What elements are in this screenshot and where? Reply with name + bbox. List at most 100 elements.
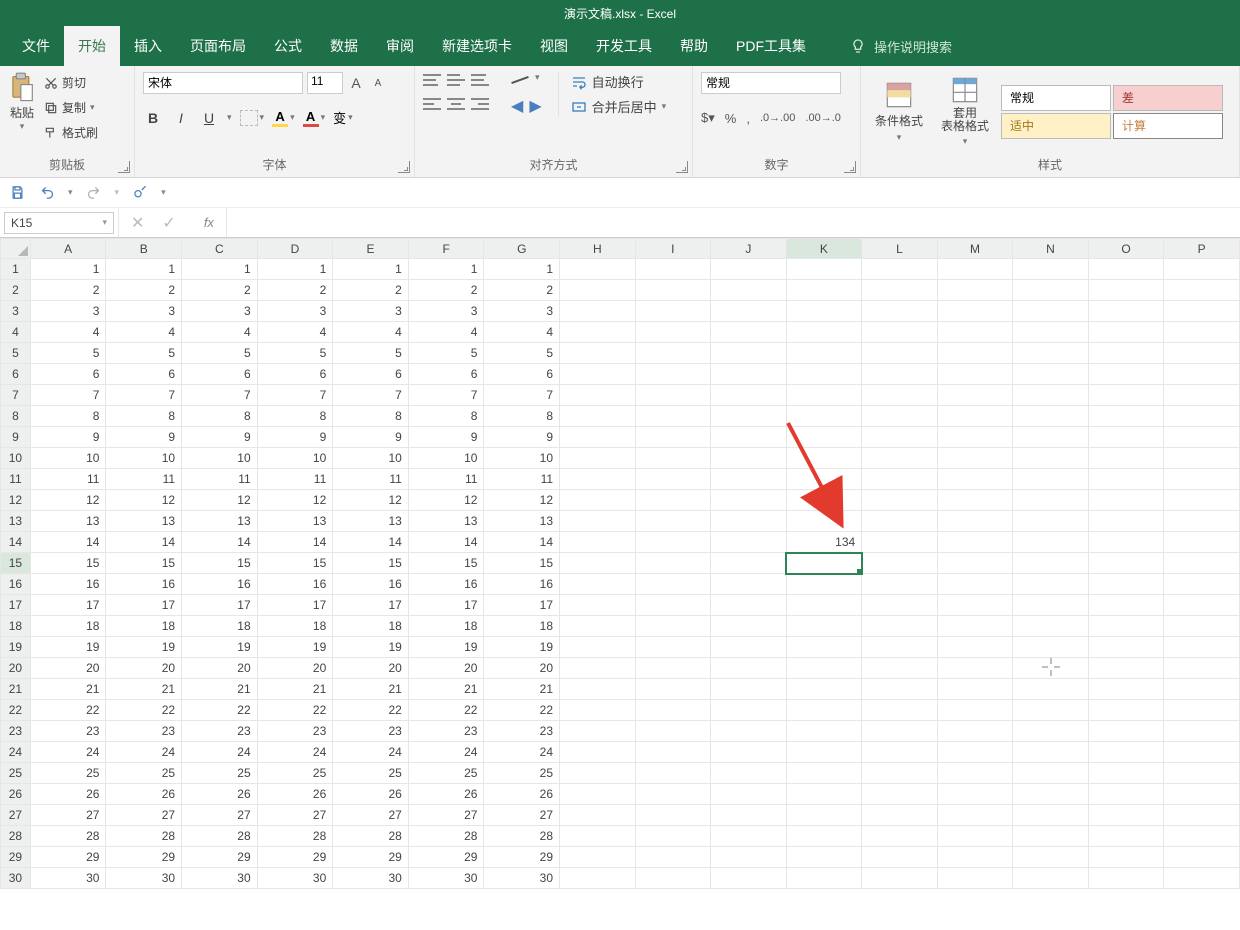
cell-H23[interactable] <box>560 721 636 742</box>
cell-E15[interactable]: 15 <box>333 553 409 574</box>
cell-E13[interactable]: 13 <box>333 511 409 532</box>
cell-O29[interactable] <box>1088 847 1164 868</box>
cell-P24[interactable] <box>1164 742 1240 763</box>
cell-A24[interactable]: 24 <box>30 742 106 763</box>
cell-D18[interactable]: 18 <box>257 616 333 637</box>
cell-E29[interactable]: 29 <box>333 847 409 868</box>
cell-P29[interactable] <box>1164 847 1240 868</box>
menu-tab-3[interactable]: 页面布局 <box>176 26 260 66</box>
cell-G20[interactable]: 20 <box>484 658 560 679</box>
cell-J8[interactable] <box>711 406 787 427</box>
cell-M14[interactable] <box>937 532 1013 553</box>
cell-style-calc[interactable]: 计算 <box>1113 113 1223 139</box>
cell-K11[interactable] <box>786 469 862 490</box>
row-header-25[interactable]: 25 <box>1 763 31 784</box>
select-all-corner[interactable] <box>1 239 31 259</box>
cell-J1[interactable] <box>711 259 787 280</box>
cell-G26[interactable]: 26 <box>484 784 560 805</box>
cell-J9[interactable] <box>711 427 787 448</box>
cell-J3[interactable] <box>711 301 787 322</box>
cell-A21[interactable]: 21 <box>30 679 106 700</box>
increase-font-button[interactable]: A <box>347 72 365 94</box>
row-header-21[interactable]: 21 <box>1 679 31 700</box>
cell-O11[interactable] <box>1088 469 1164 490</box>
cell-J28[interactable] <box>711 826 787 847</box>
cell-K19[interactable] <box>786 637 862 658</box>
cell-K15[interactable] <box>786 553 862 574</box>
cell-A23[interactable]: 23 <box>30 721 106 742</box>
row-header-4[interactable]: 4 <box>1 322 31 343</box>
row-header-11[interactable]: 11 <box>1 469 31 490</box>
cell-F20[interactable]: 20 <box>408 658 484 679</box>
cell-I9[interactable] <box>635 427 711 448</box>
cell-A6[interactable]: 6 <box>30 364 106 385</box>
cell-J20[interactable] <box>711 658 787 679</box>
cell-I30[interactable] <box>635 868 711 889</box>
percent-button[interactable]: % <box>725 111 737 126</box>
cell-E17[interactable]: 17 <box>333 595 409 616</box>
cell-H14[interactable] <box>560 532 636 553</box>
cell-A14[interactable]: 14 <box>30 532 106 553</box>
cell-D3[interactable]: 3 <box>257 301 333 322</box>
cell-A20[interactable]: 20 <box>30 658 106 679</box>
cell-A13[interactable]: 13 <box>30 511 106 532</box>
cell-C13[interactable]: 13 <box>182 511 258 532</box>
cell-I4[interactable] <box>635 322 711 343</box>
row-header-1[interactable]: 1 <box>1 259 31 280</box>
cell-N5[interactable] <box>1013 343 1089 364</box>
cell-G12[interactable]: 12 <box>484 490 560 511</box>
cell-C16[interactable]: 16 <box>182 574 258 595</box>
cell-J29[interactable] <box>711 847 787 868</box>
cell-G10[interactable]: 10 <box>484 448 560 469</box>
cell-C29[interactable]: 29 <box>182 847 258 868</box>
cell-B7[interactable]: 7 <box>106 385 182 406</box>
cell-O23[interactable] <box>1088 721 1164 742</box>
cell-A18[interactable]: 18 <box>30 616 106 637</box>
cell-B22[interactable]: 22 <box>106 700 182 721</box>
cell-G23[interactable]: 23 <box>484 721 560 742</box>
cell-E12[interactable]: 12 <box>333 490 409 511</box>
cell-K26[interactable] <box>786 784 862 805</box>
cell-I8[interactable] <box>635 406 711 427</box>
cell-L8[interactable] <box>862 406 938 427</box>
cell-G24[interactable]: 24 <box>484 742 560 763</box>
cell-L14[interactable] <box>862 532 938 553</box>
cell-K10[interactable] <box>786 448 862 469</box>
cell-H13[interactable] <box>560 511 636 532</box>
cell-C2[interactable]: 2 <box>182 280 258 301</box>
cell-I25[interactable] <box>635 763 711 784</box>
cell-I1[interactable] <box>635 259 711 280</box>
cell-B14[interactable]: 14 <box>106 532 182 553</box>
cell-C26[interactable]: 26 <box>182 784 258 805</box>
menu-tab-10[interactable]: 帮助 <box>666 26 722 66</box>
cell-O9[interactable] <box>1088 427 1164 448</box>
cell-C12[interactable]: 12 <box>182 490 258 511</box>
cell-C25[interactable]: 25 <box>182 763 258 784</box>
cell-H28[interactable] <box>560 826 636 847</box>
cell-M11[interactable] <box>937 469 1013 490</box>
cell-E20[interactable]: 20 <box>333 658 409 679</box>
cell-I6[interactable] <box>635 364 711 385</box>
cell-F28[interactable]: 28 <box>408 826 484 847</box>
cell-O19[interactable] <box>1088 637 1164 658</box>
cell-P21[interactable] <box>1164 679 1240 700</box>
row-header-3[interactable]: 3 <box>1 301 31 322</box>
cell-F24[interactable]: 24 <box>408 742 484 763</box>
undo-button[interactable] <box>38 184 56 202</box>
cell-C18[interactable]: 18 <box>182 616 258 637</box>
cell-A10[interactable]: 10 <box>30 448 106 469</box>
cell-C28[interactable]: 28 <box>182 826 258 847</box>
cell-P13[interactable] <box>1164 511 1240 532</box>
cell-H12[interactable] <box>560 490 636 511</box>
column-header-F[interactable]: F <box>408 239 484 259</box>
cell-H24[interactable] <box>560 742 636 763</box>
cell-D29[interactable]: 29 <box>257 847 333 868</box>
menu-tab-7[interactable]: 新建选项卡 <box>428 26 526 66</box>
cell-L24[interactable] <box>862 742 938 763</box>
cell-J27[interactable] <box>711 805 787 826</box>
cell-C22[interactable]: 22 <box>182 700 258 721</box>
cell-M27[interactable] <box>937 805 1013 826</box>
cell-N20[interactable] <box>1013 658 1089 679</box>
cell-E30[interactable]: 30 <box>333 868 409 889</box>
cell-M4[interactable] <box>937 322 1013 343</box>
